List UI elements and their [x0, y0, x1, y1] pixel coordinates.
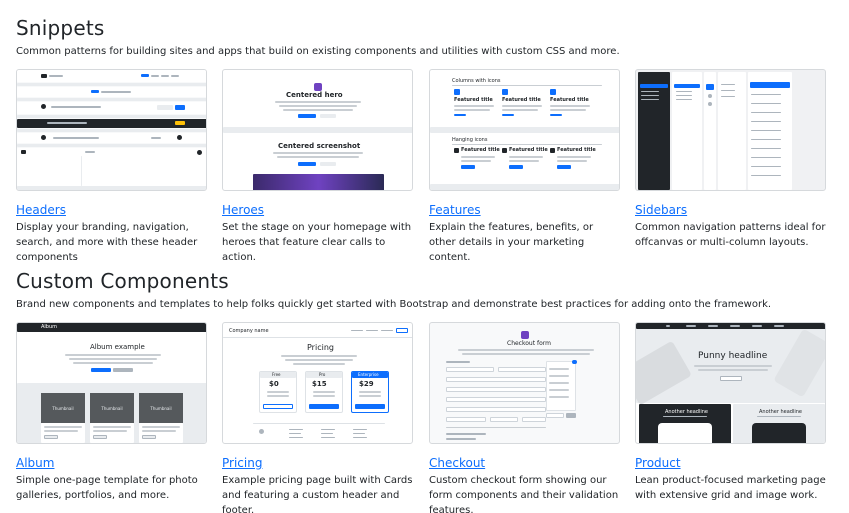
features-link[interactable]: Features — [429, 203, 620, 217]
snippets-heading: Snippets — [16, 16, 105, 40]
features-description: Explain the features, benefits, or other… — [429, 222, 594, 263]
checkout-description: Custom checkout form showing our form co… — [429, 475, 619, 513]
pricing-link[interactable]: Pricing — [222, 456, 413, 470]
sidebars-description: Common navigation patterns ideal for off… — [635, 222, 826, 248]
pricing-description: Example pricing page built with Cards an… — [222, 475, 413, 513]
product-description: Lean product-focused marketing page with… — [635, 475, 826, 501]
card-checkout: Checkout form Checkout Custom checkout f… — [429, 322, 620, 513]
album-thumbnail[interactable]: Album Album example Thumbnail Thumbnail … — [16, 322, 207, 444]
sidebars-link[interactable]: Sidebars — [635, 203, 826, 217]
features-thumbnail[interactable]: Columns with icons Featured title Featur… — [429, 69, 620, 191]
heroes-thumbnail[interactable]: Centered hero Centered screenshot — [222, 69, 413, 191]
checkout-link[interactable]: Checkout — [429, 456, 620, 470]
card-product: Punny headline Another headline Another … — [635, 322, 826, 503]
heroes-link[interactable]: Heroes — [222, 203, 413, 217]
custom-components-heading: Custom Components — [16, 269, 229, 293]
card-album: Album Album example Thumbnail Thumbnail … — [16, 322, 207, 503]
checkout-thumbnail[interactable]: Checkout form — [429, 322, 620, 444]
heroes-description: Set the stage on your homepage with hero… — [222, 222, 412, 263]
headers-description: Display your branding, navigation, searc… — [16, 222, 198, 263]
card-heroes: Centered hero Centered screenshot Heroes… — [222, 69, 413, 265]
snippets-description: Common patterns for building sites and a… — [16, 46, 620, 57]
product-thumbnail[interactable]: Punny headline Another headline Another … — [635, 322, 826, 444]
headers-thumbnail[interactable] — [16, 69, 207, 191]
sidebars-thumbnail[interactable] — [635, 69, 826, 191]
headers-link[interactable]: Headers — [16, 203, 207, 217]
product-link[interactable]: Product — [635, 456, 826, 470]
card-sidebars: Sidebars Common navigation patterns idea… — [635, 69, 826, 250]
card-features: Columns with icons Featured title Featur… — [429, 69, 620, 265]
album-link[interactable]: Album — [16, 456, 207, 470]
custom-components-description: Brand new components and templates to he… — [16, 299, 772, 310]
album-description: Simple one-page template for photo galle… — [16, 475, 198, 501]
card-pricing: Company name Pricing Free Pro Enterprise… — [222, 322, 413, 513]
pricing-thumbnail[interactable]: Company name Pricing Free Pro Enterprise… — [222, 322, 413, 444]
card-headers: Headers Display your branding, navigatio… — [16, 69, 207, 265]
